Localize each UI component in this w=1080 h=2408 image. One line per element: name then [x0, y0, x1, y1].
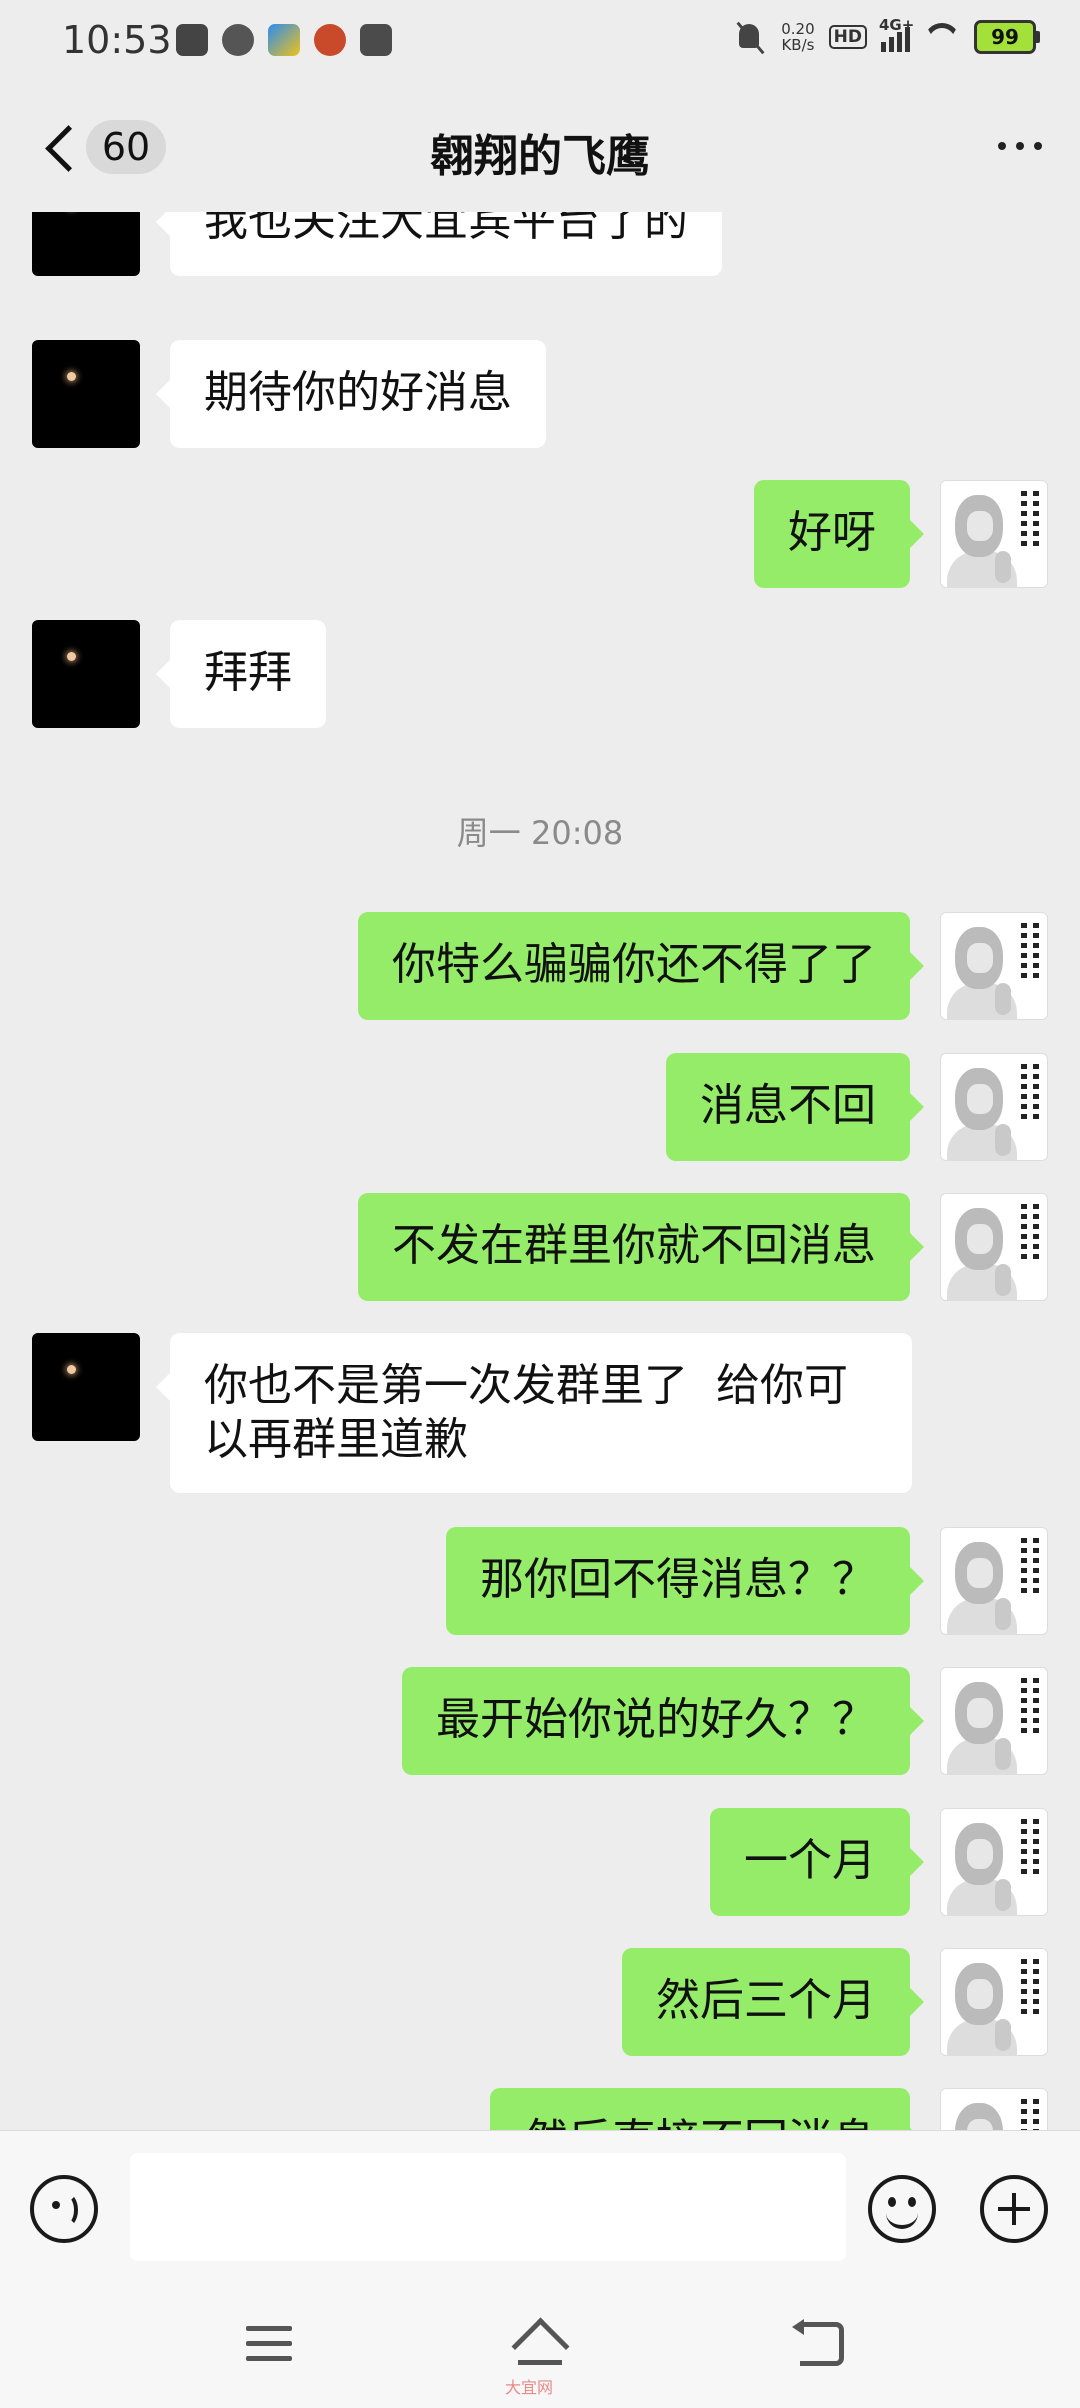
received-message-bubble[interactable]: 我也关注大宜宾平台了的	[156, 212, 722, 276]
network-speed: 0.20 KB/s	[781, 20, 815, 54]
my-avatar[interactable]	[940, 1193, 1048, 1301]
network-type: 4G+	[879, 16, 915, 34]
my-avatar[interactable]	[940, 1053, 1048, 1161]
sent-message-bubble[interactable]: 不发在群里你就不回消息	[358, 1193, 924, 1301]
notification-icons	[176, 24, 392, 56]
sent-message-bubble[interactable]: 消息不回	[666, 1053, 924, 1161]
contact-avatar[interactable]	[32, 340, 140, 448]
chat-header: 60 翱翔的飞鹰	[0, 86, 1080, 212]
chat-title: 翱翔的飞鹰	[430, 131, 650, 182]
battery-icon: 99	[974, 20, 1040, 54]
game-app-icon	[314, 24, 346, 56]
voice-input-icon[interactable]	[30, 2175, 98, 2243]
sent-message-bubble[interactable]: 好呀	[754, 480, 924, 588]
contact-avatar[interactable]	[32, 212, 140, 276]
more-functions-plus-icon[interactable]	[980, 2175, 1048, 2243]
message-input[interactable]	[130, 2153, 846, 2261]
mail-app-icon	[176, 24, 208, 56]
system-indicators: 0.20 KB/s HD 4G+ 99	[733, 16, 1040, 54]
message-input-bar	[0, 2130, 1080, 2287]
my-avatar[interactable]	[940, 912, 1048, 1020]
sent-message-bubble[interactable]: 然后直接不回消息	[490, 2088, 924, 2130]
sent-message-bubble[interactable]: 一个月	[710, 1808, 924, 1916]
battery-level: 99	[974, 20, 1036, 54]
nav-back-icon[interactable]	[792, 2319, 844, 2366]
my-avatar[interactable]	[940, 1527, 1048, 1635]
sent-message-bubble[interactable]: 最开始你说的好久？？	[402, 1667, 924, 1775]
message-timestamp: 周一 20:08	[456, 814, 624, 852]
received-message-bubble[interactable]: 你也不是第一次发群里了 给你可 以再群里道歉	[156, 1333, 912, 1493]
status-bar: 10:53 0.20 KB/s HD 4G+ 99	[0, 0, 1080, 86]
status-time: 10:53	[62, 18, 172, 62]
sent-message-bubble[interactable]: 然后三个月	[622, 1948, 924, 2056]
my-avatar[interactable]	[940, 1808, 1048, 1916]
watermark: 大宜网	[505, 2378, 554, 2397]
signal-icon: 4G+	[879, 16, 914, 52]
sent-message-bubble[interactable]: 你特么骗骗你还不得了了	[358, 912, 924, 1020]
my-avatar[interactable]	[940, 2088, 1048, 2130]
wifi-icon	[924, 23, 960, 51]
sent-message-bubble[interactable]: 那你回不得消息？？	[446, 1527, 924, 1635]
received-message-bubble[interactable]: 拜拜	[156, 620, 326, 728]
contact-avatar[interactable]	[32, 620, 140, 728]
home-icon[interactable]	[510, 2322, 570, 2370]
message-list[interactable]: 我也关注大宜宾平台了的 期待你的好消息 好呀 拜拜 周一 20:08 你特么骗骗…	[0, 212, 1080, 2130]
emoji-icon[interactable]	[868, 2175, 936, 2243]
video-app-icon	[268, 24, 300, 56]
more-options-icon[interactable]	[990, 134, 1050, 158]
my-avatar[interactable]	[940, 480, 1048, 588]
contact-avatar[interactable]	[32, 1333, 140, 1441]
received-message-bubble[interactable]: 期待你的好消息	[156, 340, 546, 448]
wallet-app-icon	[360, 24, 392, 56]
my-avatar[interactable]	[940, 1667, 1048, 1775]
hd-badge: HD	[828, 25, 867, 49]
mute-bell-icon	[733, 20, 767, 54]
system-nav-bar: 大宜网	[0, 2286, 1080, 2408]
recent-apps-icon[interactable]	[246, 2326, 292, 2362]
wechat-icon	[222, 24, 254, 56]
my-avatar[interactable]	[940, 1948, 1048, 2056]
